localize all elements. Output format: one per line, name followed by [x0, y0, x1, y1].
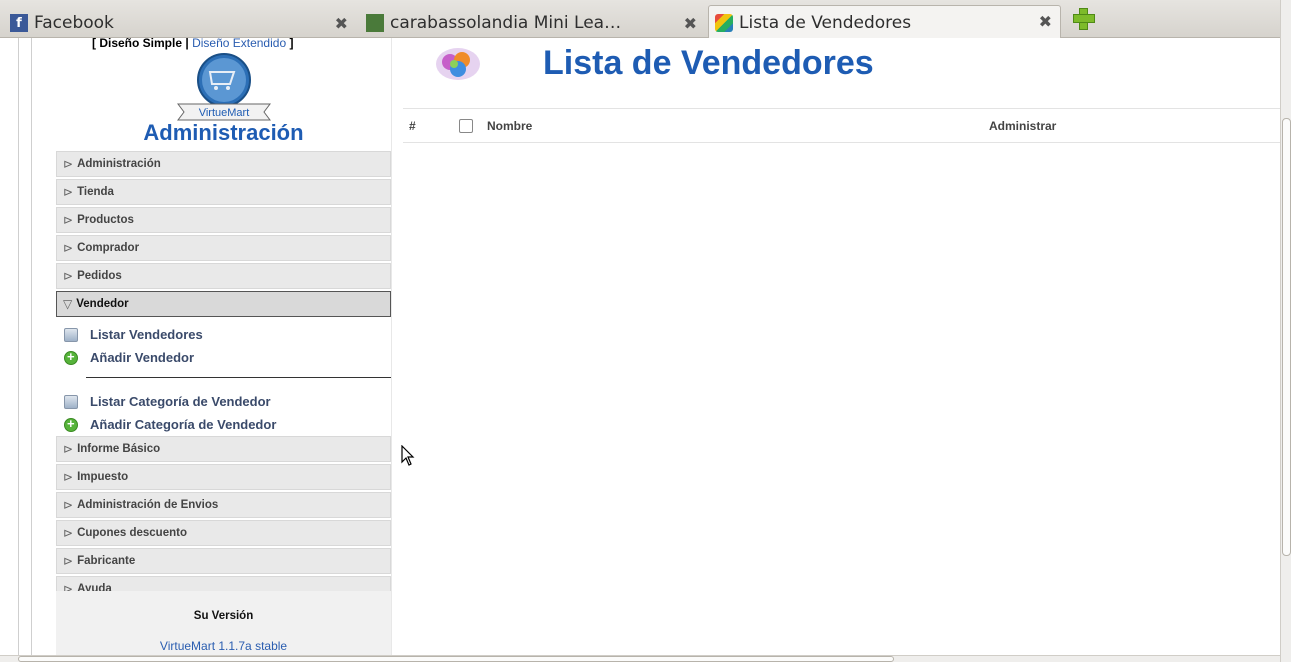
- submenu-label: Añadir Vendedor: [90, 350, 195, 365]
- tab-label: Lista de Vendedores: [739, 12, 912, 33]
- chevron-right-icon: ⊳: [63, 241, 74, 255]
- sidebar-item-tienda[interactable]: ⊳ Tienda: [56, 179, 391, 205]
- chevron-right-icon: ⊳: [63, 470, 74, 484]
- submenu-listar-vendedores[interactable]: Listar Vendedores: [56, 323, 391, 346]
- logo-text: VirtueMart: [199, 107, 250, 119]
- close-icon[interactable]: ✖: [1039, 12, 1052, 31]
- submenu-anadir-vendedor[interactable]: Añadir Vendedor: [56, 346, 391, 369]
- chevron-right-icon: ⊳: [63, 498, 74, 512]
- submenu-listar-categoria[interactable]: Listar Categoría de Vendedor: [56, 390, 391, 413]
- plus-icon[interactable]: [1072, 7, 1095, 30]
- frame-border: [18, 38, 32, 655]
- sidebar-item-label: Pedidos: [77, 270, 122, 282]
- submenu-label: Listar Vendedores: [90, 327, 203, 342]
- chevron-right-icon: ⊳: [63, 157, 74, 171]
- sidebar: [ Diseño Simple | Diseño Extendido ] Vir…: [56, 38, 391, 655]
- sidebar-item-vendedor[interactable]: ▽ Vendedor: [56, 291, 391, 317]
- tab-carabassolandia[interactable]: carabassolandia Mini Lea… ✖: [360, 8, 705, 38]
- design-simple-label: [ Diseño Simple |: [92, 38, 189, 50]
- add-icon: [64, 349, 78, 365]
- sidebar-item-label: Productos: [77, 214, 134, 226]
- vendors-icon: [436, 48, 480, 80]
- sidebar-item-cupones[interactable]: ⊳ Cupones descuento: [56, 520, 391, 546]
- sidebar-item-label: Informe Básico: [77, 443, 161, 455]
- chevron-right-icon: ⊳: [63, 442, 74, 456]
- vertical-scrollbar[interactable]: [1280, 0, 1291, 662]
- version-box: Su Versión VirtueMart 1.1.7a stable: [56, 591, 391, 655]
- vendedor-submenu: Listar Vendedores Añadir Vendedor Listar…: [56, 319, 391, 436]
- sidebar-divider: [391, 38, 392, 655]
- design-close-label: ]: [286, 38, 294, 50]
- select-all-checkbox[interactable]: [459, 119, 473, 133]
- horizontal-scroll-thumb[interactable]: [18, 656, 894, 662]
- design-switcher: [ Diseño Simple | Diseño Extendido ]: [92, 38, 293, 50]
- table-header: # Nombre Administrar: [403, 108, 1280, 143]
- version-label: Su Versión: [193, 610, 254, 622]
- vertical-scroll-thumb[interactable]: [1282, 118, 1291, 556]
- sidebar-item-label: Cupones descuento: [77, 527, 187, 539]
- submenu-anadir-categoria[interactable]: Añadir Categoría de Vendedor: [56, 413, 391, 436]
- tab-facebook[interactable]: f Facebook ✖: [4, 8, 356, 38]
- tab-lista-de-vendedores[interactable]: Lista de Vendedores ✖: [708, 5, 1061, 39]
- chevron-right-icon: ⊳: [63, 213, 74, 227]
- sidebar-item-informe-basico[interactable]: ⊳ Informe Básico: [56, 436, 391, 462]
- mouse-cursor-icon: [401, 445, 415, 466]
- sidebar-item-label: Vendedor: [76, 298, 129, 310]
- joomla-icon: [715, 13, 733, 32]
- sidebar-item-label: Tienda: [77, 186, 114, 198]
- submenu-label: Listar Categoría de Vendedor: [90, 394, 271, 409]
- list-icon: [64, 394, 78, 409]
- submenu-divider: [86, 377, 391, 378]
- list-icon: [64, 327, 78, 342]
- close-icon[interactable]: ✖: [684, 14, 697, 33]
- sidebar-item-productos[interactable]: ⊳ Productos: [56, 207, 391, 233]
- sidebar-item-comprador[interactable]: ⊳ Comprador: [56, 235, 391, 261]
- chevron-right-icon: ⊳: [63, 269, 74, 283]
- column-header-nombre[interactable]: Nombre: [487, 119, 532, 133]
- chevron-right-icon: ⊳: [63, 554, 74, 568]
- sidebar-item-label: Administración de Envios: [77, 499, 219, 511]
- tab-label: carabassolandia Mini Lea…: [390, 13, 622, 33]
- page-content: [ Diseño Simple | Diseño Extendido ] Vir…: [0, 38, 1280, 655]
- submenu-label: Añadir Categoría de Vendedor: [90, 417, 277, 432]
- sidebar-item-label: Comprador: [77, 242, 140, 254]
- column-header-administrar: Administrar: [989, 119, 1057, 133]
- sidebar-menu: ⊳ Administración ⊳ Tienda ⊳ Productos ⊳ Comp…: [56, 151, 391, 604]
- page-title: Lista de Vendedores: [543, 44, 874, 82]
- chevron-down-icon: ▽: [63, 297, 73, 311]
- sidebar-item-pedidos[interactable]: ⊳ Pedidos: [56, 263, 391, 289]
- browser-tab-bar: f Facebook ✖ carabassolandia Mini Lea… ✖…: [0, 0, 1291, 39]
- site-icon: [366, 14, 384, 32]
- virtuemart-logo: VirtueMart: [177, 53, 271, 121]
- add-icon: [64, 416, 78, 432]
- sidebar-item-fabricante[interactable]: ⊳ Fabricante: [56, 548, 391, 574]
- sidebar-title: Administración: [143, 120, 304, 145]
- facebook-icon: f: [10, 14, 28, 32]
- chevron-right-icon: ⊳: [63, 526, 74, 540]
- sidebar-item-label: Administración: [77, 158, 161, 170]
- sidebar-item-administracion[interactable]: ⊳ Administración: [56, 151, 391, 177]
- sidebar-item-label: Fabricante: [77, 555, 136, 567]
- sidebar-item-envios[interactable]: ⊳ Administración de Envios: [56, 492, 391, 518]
- horizontal-scrollbar[interactable]: [0, 655, 1280, 662]
- vendors-table: # Nombre Administrar: [403, 108, 1280, 143]
- close-icon[interactable]: ✖: [335, 14, 348, 33]
- tab-label: Facebook: [34, 13, 114, 33]
- version-value: VirtueMart 1.1.7a stable: [159, 639, 288, 653]
- column-header-number: #: [409, 119, 416, 133]
- chevron-right-icon: ⊳: [63, 185, 74, 199]
- design-extended-link[interactable]: Diseño Extendido: [192, 38, 286, 50]
- sidebar-item-impuesto[interactable]: ⊳ Impuesto: [56, 464, 391, 490]
- sidebar-item-label: Impuesto: [77, 471, 129, 483]
